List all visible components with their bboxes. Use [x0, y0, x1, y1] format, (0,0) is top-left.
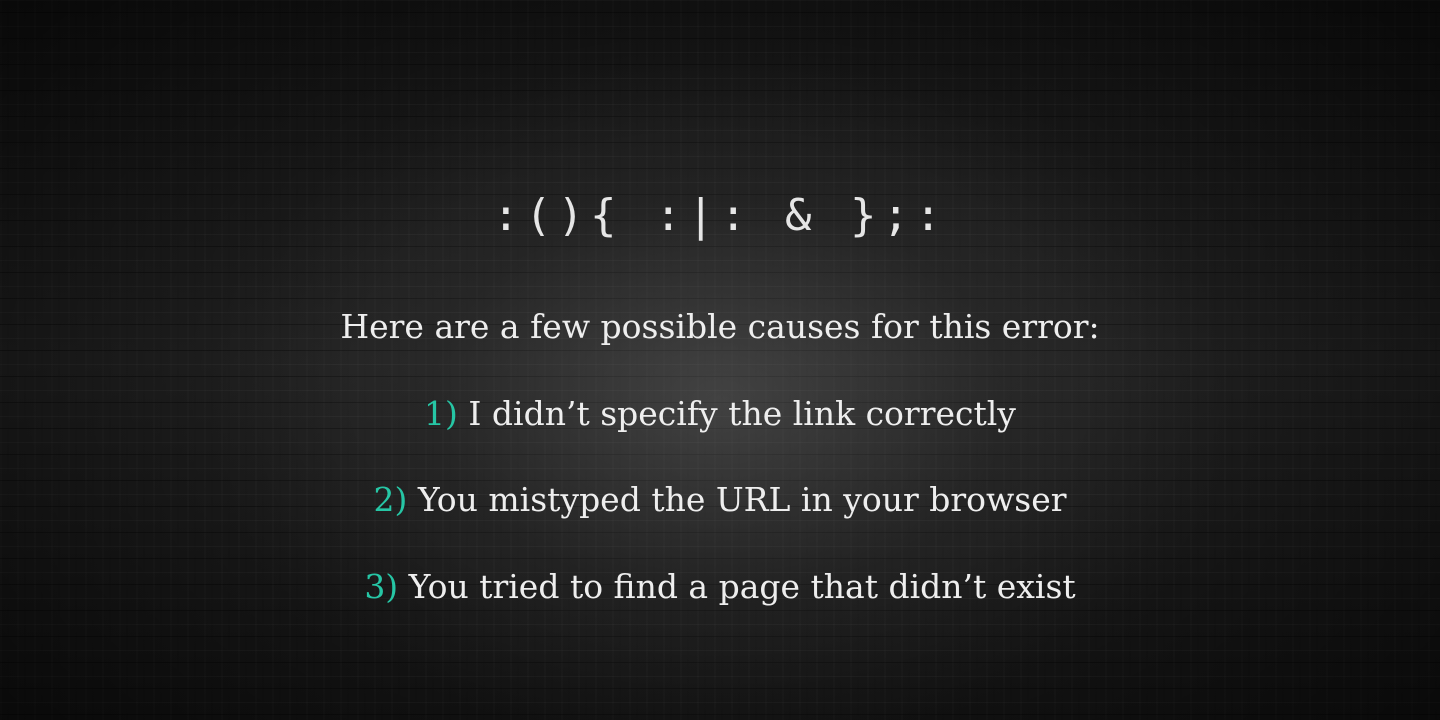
cause-text-1: I didn’t specify the link correctly — [457, 394, 1016, 433]
fork-bomb-title: :(){ :|: & };: — [492, 190, 948, 241]
cause-number-3: 3) — [364, 567, 399, 606]
cause-item-2: 2) You mistyped the URL in your browser — [0, 480, 1440, 519]
error-page: :(){ :|: & };: Here are a few possible c… — [0, 0, 1440, 720]
causes-heading: Here are a few possible causes for this … — [340, 307, 1100, 346]
cause-text-3: You tried to find a page that didn’t exi… — [398, 567, 1076, 606]
cause-item-3: 3) You tried to find a page that didn’t … — [0, 567, 1440, 606]
cause-number-1: 1) — [424, 394, 458, 433]
cause-number-2: 2) — [373, 480, 408, 519]
cause-item-1: 1) I didn’t specify the link correctly — [0, 394, 1440, 433]
cause-text-2: You mistyped the URL in your browser — [407, 480, 1067, 519]
